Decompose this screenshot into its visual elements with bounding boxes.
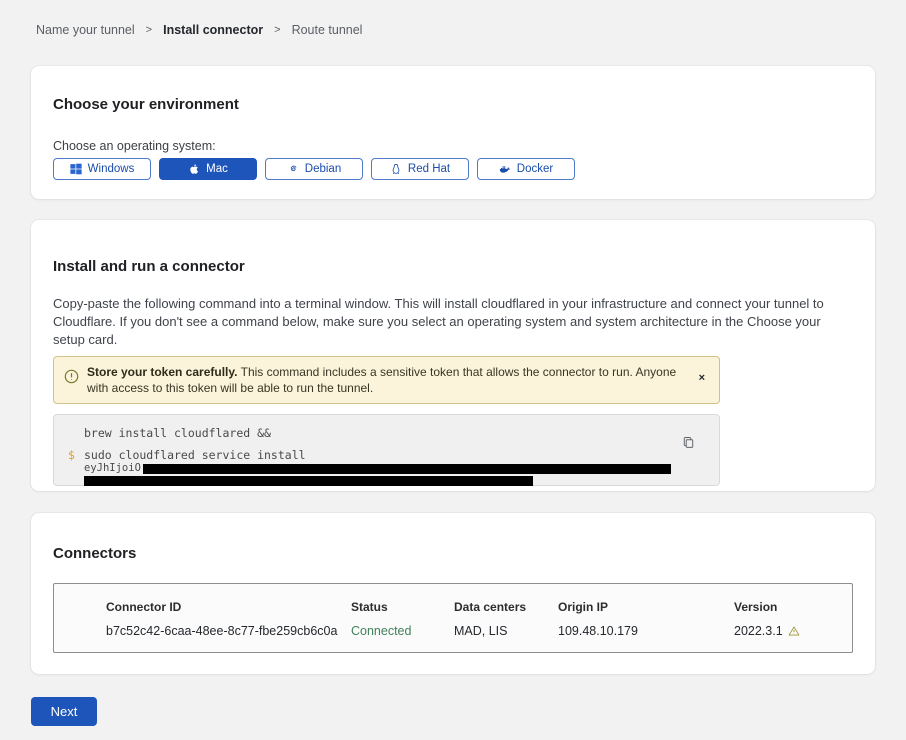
breadcrumb: Name your tunnel > Install connector > R… xyxy=(36,23,362,37)
connectors-card: Connectors Connector ID Status Data cent… xyxy=(31,513,875,674)
col-header-data-centers: Data centers xyxy=(454,600,558,614)
warning-triangle-icon xyxy=(788,625,800,637)
os-button-label: Debian xyxy=(305,163,341,175)
token-warning-text: Store your token carefully. This command… xyxy=(87,364,687,396)
install-command-codeblock: brew install cloudflared && $ sudo cloud… xyxy=(53,414,720,486)
col-header-status: Status xyxy=(351,600,454,614)
redacted-token-bar xyxy=(143,464,671,474)
version-text: 2022.3.1 xyxy=(734,624,783,638)
col-header-origin-ip: Origin IP xyxy=(558,600,734,614)
redacted-token-bar xyxy=(84,476,533,486)
cell-data-centers: MAD, LIS xyxy=(454,624,558,638)
connectors-table: Connector ID Status Data centers Origin … xyxy=(53,583,853,653)
copy-command-button[interactable] xyxy=(682,436,695,452)
os-button-label: Docker xyxy=(517,163,553,175)
breadcrumb-step-name-tunnel[interactable]: Name your tunnel xyxy=(36,23,135,37)
breadcrumb-separator: > xyxy=(146,24,152,36)
col-header-connector-id: Connector ID xyxy=(106,600,351,614)
token-warning-banner: Store your token carefully. This command… xyxy=(53,356,720,404)
os-button-mac[interactable]: Mac xyxy=(159,158,257,180)
copy-icon xyxy=(682,436,695,449)
tux-penguin-icon xyxy=(390,163,402,175)
os-button-windows[interactable]: Windows xyxy=(53,158,151,180)
choose-environment-card: Choose your environment Choose an operat… xyxy=(31,66,875,199)
banner-close-icon[interactable]: × xyxy=(695,372,709,384)
token-prefix: eyJhIjoiO xyxy=(84,463,141,474)
os-select-label: Choose an operating system: xyxy=(53,139,853,153)
breadcrumb-separator: > xyxy=(274,24,280,36)
os-button-label: Mac xyxy=(206,163,228,175)
card-title-environment: Choose your environment xyxy=(53,66,853,114)
os-button-label: Red Hat xyxy=(408,163,450,175)
install-description: Copy-paste the following command into a … xyxy=(53,295,853,349)
debian-icon xyxy=(287,163,299,175)
breadcrumb-step-route-tunnel[interactable]: Route tunnel xyxy=(292,23,363,37)
col-header-version: Version xyxy=(734,600,852,614)
os-button-label: Windows xyxy=(88,163,135,175)
code-line-brew: brew install cloudflared && xyxy=(68,426,703,440)
cell-connector-id: b7c52c42-6caa-48ee-8c77-fbe259cb6c0a xyxy=(106,624,351,638)
os-button-docker[interactable]: Docker xyxy=(477,158,575,180)
apple-icon xyxy=(188,163,200,175)
code-line-sudo: sudo cloudflared service install xyxy=(84,448,703,462)
cell-version: 2022.3.1 xyxy=(734,624,852,638)
breadcrumb-step-install-connector[interactable]: Install connector xyxy=(163,23,263,37)
table-header-row: Connector ID Status Data centers Origin … xyxy=(106,600,852,614)
docker-whale-icon xyxy=(499,163,511,175)
cell-origin-ip: 109.48.10.179 xyxy=(558,624,734,638)
os-button-debian[interactable]: Debian xyxy=(265,158,363,180)
card-title-install: Install and run a connector xyxy=(53,220,853,276)
table-row: b7c52c42-6caa-48ee-8c77-fbe259cb6c0a Con… xyxy=(106,624,852,638)
os-button-redhat[interactable]: Red Hat xyxy=(371,158,469,180)
windows-icon xyxy=(70,163,82,175)
install-connector-card: Install and run a connector Copy-paste t… xyxy=(31,220,875,491)
shell-prompt: $ xyxy=(68,448,84,486)
next-button[interactable]: Next xyxy=(31,697,97,726)
token-warning-title: Store your token carefully. xyxy=(87,365,238,379)
card-title-connectors: Connectors xyxy=(53,513,853,563)
alert-circle-icon xyxy=(64,369,79,384)
cell-status: Connected xyxy=(351,624,454,638)
os-button-group: Windows Mac Debian Red Hat xyxy=(53,158,853,180)
